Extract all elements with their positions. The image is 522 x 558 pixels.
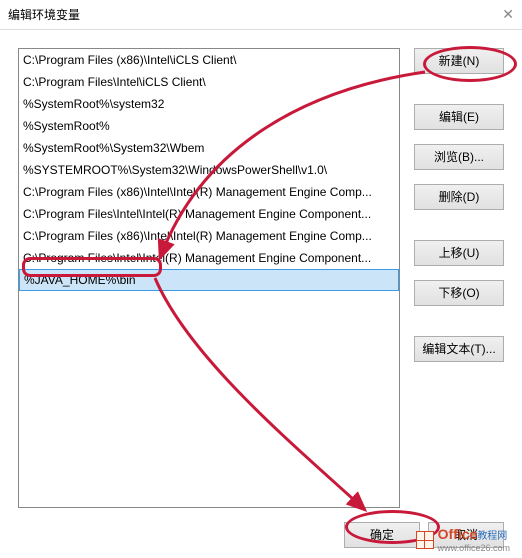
bottom-button-bar: 确定 取消 xyxy=(344,522,504,548)
list-item[interactable]: %SystemRoot% xyxy=(19,115,399,137)
list-item[interactable]: C:\Program Files (x86)\Intel\Intel(R) Ma… xyxy=(19,225,399,247)
close-icon[interactable]: ✕ xyxy=(502,6,514,23)
moveup-button[interactable]: 上移(U) xyxy=(414,240,504,266)
dialog-content: C:\Program Files (x86)\Intel\iCLS Client… xyxy=(0,30,522,530)
list-item-selected[interactable]: %JAVA_HOME%\bin xyxy=(19,269,399,291)
list-item[interactable]: %SystemRoot%\System32\Wbem xyxy=(19,137,399,159)
movedown-button[interactable]: 下移(O) xyxy=(414,280,504,306)
list-item[interactable]: %SystemRoot%\system32 xyxy=(19,93,399,115)
delete-button[interactable]: 删除(D) xyxy=(414,184,504,210)
list-item[interactable]: C:\Program Files\Intel\Intel(R) Manageme… xyxy=(19,203,399,225)
list-item[interactable]: C:\Program Files (x86)\Intel\iCLS Client… xyxy=(19,49,399,71)
list-item[interactable]: %SYSTEMROOT%\System32\WindowsPowerShell\… xyxy=(19,159,399,181)
cancel-button[interactable]: 取消 xyxy=(428,522,504,548)
browse-button[interactable]: 浏览(B)... xyxy=(414,144,504,170)
edittext-button[interactable]: 编辑文本(T)... xyxy=(414,336,504,362)
new-button[interactable]: 新建(N) xyxy=(414,48,504,74)
title-bar: 编辑环境变量 ✕ xyxy=(0,0,522,30)
list-item[interactable]: C:\Program Files (x86)\Intel\Intel(R) Ma… xyxy=(19,181,399,203)
side-button-column: 新建(N) 编辑(E) 浏览(B)... 删除(D) 上移(U) 下移(O) 编… xyxy=(414,48,504,520)
edit-button[interactable]: 编辑(E) xyxy=(414,104,504,130)
ok-button[interactable]: 确定 xyxy=(344,522,420,548)
list-item[interactable]: C:\Program Files\Intel\iCLS Client\ xyxy=(19,71,399,93)
path-list[interactable]: C:\Program Files (x86)\Intel\iCLS Client… xyxy=(18,48,400,508)
list-item[interactable]: C:\Program Files\Intel\Intel(R) Manageme… xyxy=(19,247,399,269)
window-title: 编辑环境变量 xyxy=(8,6,80,23)
